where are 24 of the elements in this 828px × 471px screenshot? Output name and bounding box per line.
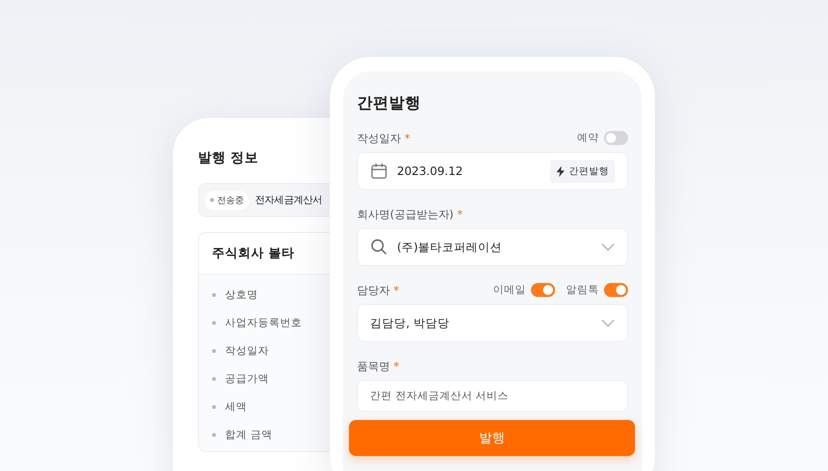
field-label: 작성일자 * (357, 130, 410, 146)
toggle-switch[interactable] (531, 283, 555, 297)
input-field[interactable]: (주)볼타코퍼레이션 (357, 228, 628, 266)
calendar-icon (370, 162, 388, 180)
input-field[interactable]: 2023.09.12 간편발행 (357, 152, 628, 190)
field-label: 담당자 * (357, 282, 399, 298)
toggle-label: 예약 (577, 131, 599, 145)
toggle-switch[interactable] (604, 131, 628, 145)
toggle-label: 이메일 (493, 283, 526, 297)
chevron-down-icon (601, 319, 615, 327)
input-field[interactable]: 김담당, 박담당 (357, 304, 628, 342)
chevron-down-icon (601, 243, 615, 251)
quick-issue-button[interactable]: 간편발행 (550, 160, 615, 182)
panel-title: 발행 정보 (198, 149, 260, 167)
toggle-label: 알림톡 (566, 283, 599, 297)
status-badge: 전송중 (205, 190, 249, 210)
input-field[interactable]: 간편 전자세금계산서 서비스 (357, 380, 628, 412)
form-title: 간편발행 (357, 93, 422, 114)
status-text: 전자세금계산서 (255, 194, 322, 207)
search-icon (370, 238, 388, 256)
field-label: 품목명 * (357, 358, 399, 374)
toggle-switch[interactable] (604, 283, 628, 297)
field-label: 회사명(공급받는자) * (357, 206, 463, 222)
lightning-icon (556, 166, 565, 176)
